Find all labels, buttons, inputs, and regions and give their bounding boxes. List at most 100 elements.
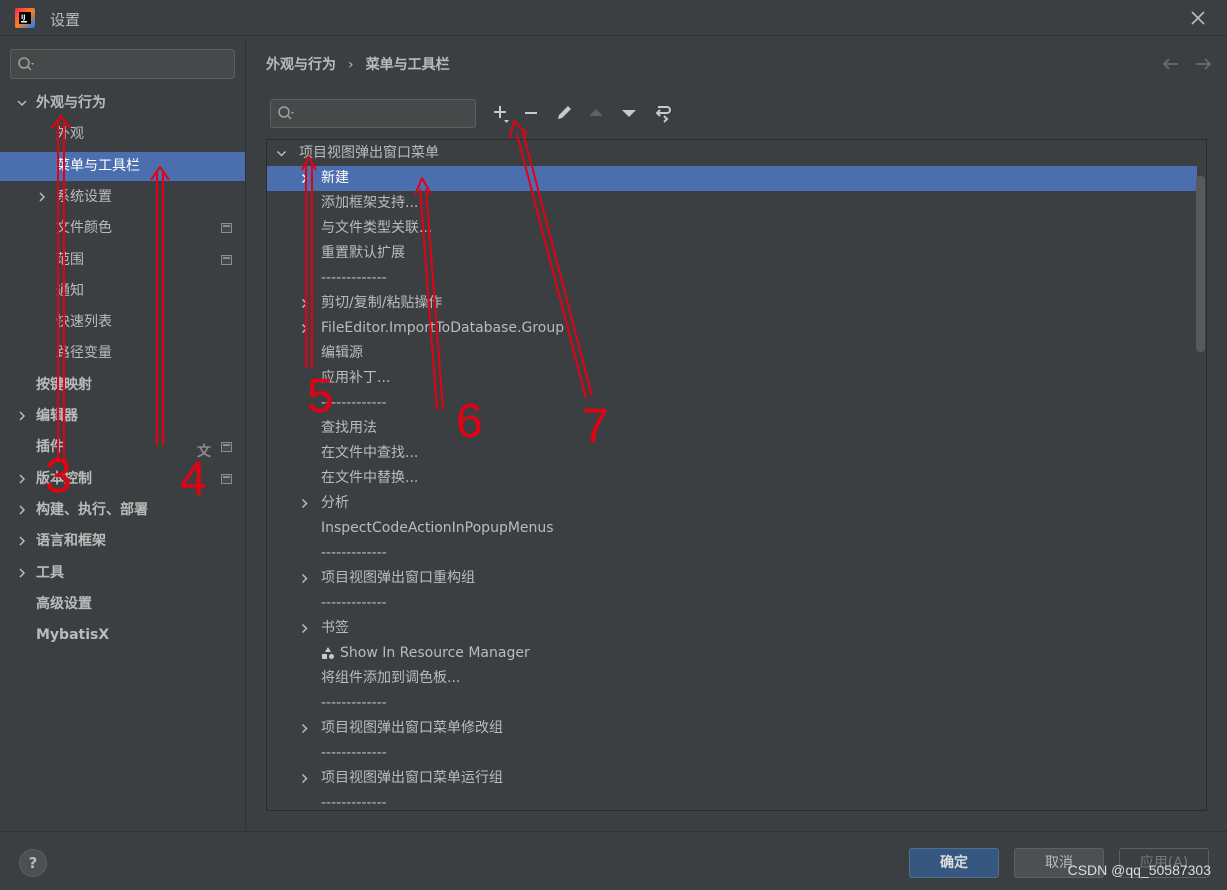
sidebar-item-label: MybatisX (36, 627, 110, 643)
chevron-right-icon[interactable] (36, 191, 48, 203)
edit-icon[interactable] (552, 101, 576, 125)
menu-tree-row-label: ------------- (321, 270, 387, 286)
menu-separator-row[interactable]: ------------- (267, 591, 1206, 616)
menu-tree-row[interactable]: 新建 (267, 166, 1197, 191)
menu-tree-row-label: 编辑源 (321, 345, 363, 361)
chevron-right-icon[interactable] (299, 573, 310, 584)
sidebar-item-label: 按键映射 (36, 377, 92, 393)
chevron-right-icon[interactable] (299, 623, 310, 634)
sidebar-item-label: 系统设置 (56, 189, 112, 205)
sidebar-item[interactable]: 范围 (0, 246, 245, 275)
menu-tree-row-label: 项目视图弹出窗口重构组 (321, 570, 475, 586)
menu-tree-row[interactable]: 项目视图弹出窗口重构组 (267, 566, 1206, 591)
chevron-right-icon[interactable] (299, 298, 310, 309)
menu-tree-row[interactable]: 分析 (267, 491, 1206, 516)
menu-tree-row[interactable]: 剪切/复制/粘贴操作 (267, 291, 1206, 316)
chevron-right-icon[interactable] (299, 773, 310, 784)
project-level-icon (221, 223, 232, 233)
sidebar-item[interactable]: 语言和框架 (0, 527, 245, 556)
vertical-scrollbar[interactable] (1196, 176, 1205, 352)
sidebar-item[interactable]: 系统设置 (0, 183, 245, 212)
menu-tree-row[interactable]: 书签 (267, 616, 1206, 641)
sidebar-item[interactable]: 文件颜色 (0, 214, 245, 243)
sidebar-item[interactable]: 按键映射 (0, 371, 245, 400)
ok-button[interactable]: 确定 (909, 848, 999, 878)
sidebar-item-label: 文件颜色 (56, 220, 112, 236)
move-up-icon[interactable] (584, 101, 608, 125)
menu-tree-row[interactable]: 项目视图弹出窗口菜单运行组 (267, 766, 1206, 791)
menu-separator-row[interactable]: ------------- (267, 791, 1206, 810)
navigation-arrows (1159, 54, 1215, 74)
menu-tree-row[interactable]: 项目视图弹出窗口菜单修改组 (267, 716, 1206, 741)
menu-tree-row[interactable]: 在文件中替换... (267, 466, 1206, 491)
sidebar-item-label: 高级设置 (36, 596, 92, 612)
sidebar-item[interactable]: 菜单与工具栏 (0, 152, 245, 181)
breadcrumb-parent[interactable]: 外观与行为 (266, 54, 336, 74)
back-arrow-icon[interactable] (1159, 54, 1183, 74)
move-down-icon[interactable] (617, 101, 641, 125)
chevron-right-icon[interactable] (299, 323, 310, 334)
sidebar-item[interactable]: 工具 (0, 559, 245, 588)
chevron-right-icon[interactable] (16, 504, 28, 516)
sidebar-item-label: 通知 (56, 283, 84, 299)
add-icon[interactable] (488, 101, 512, 125)
menu-separator-row[interactable]: ------------- (267, 266, 1206, 291)
chevron-right-icon[interactable] (299, 498, 310, 509)
chevron-right-icon[interactable] (16, 535, 28, 547)
chevron-right-icon[interactable] (299, 173, 310, 184)
sidebar-search-input[interactable] (10, 49, 235, 79)
sidebar-item[interactable]: 编辑器 (0, 402, 245, 431)
menu-separator-row[interactable]: ------------- (267, 541, 1206, 566)
menu-tree-row[interactable]: InspectCodeActionInPopupMenus (267, 516, 1206, 541)
sidebar-item[interactable]: 路径变量 (0, 339, 245, 368)
forward-arrow-icon[interactable] (1191, 54, 1215, 74)
settings-sidebar: 外观与行为外观菜单与工具栏系统设置文件颜色范围通知快速列表路径变量按键映射编辑器… (0, 37, 246, 830)
chevron-down-icon[interactable] (16, 97, 28, 109)
menu-tree-row-label: 书签 (321, 620, 349, 636)
sidebar-item[interactable]: MybatisX (0, 621, 245, 650)
dialog-footer: ? 确定 取消 应用(A) CSDN @qq_50587303 (0, 831, 1227, 890)
menu-tree-row[interactable]: Show In Resource Manager (267, 641, 1206, 666)
menu-tree-row[interactable]: 在文件中查找... (267, 441, 1206, 466)
menu-tree-row-label: 与文件类型关联... (321, 220, 433, 236)
sidebar-item[interactable]: 外观与行为 (0, 89, 245, 118)
menu-separator-row[interactable]: ------------- (267, 391, 1206, 416)
chevron-right-icon[interactable] (299, 723, 310, 734)
menu-search-input[interactable] (270, 99, 476, 128)
chevron-right-icon[interactable] (16, 410, 28, 422)
help-button[interactable]: ? (19, 849, 47, 877)
sidebar-item[interactable]: 版本控制 (0, 465, 245, 494)
menu-tree-row-label: 分析 (321, 495, 349, 511)
menu-tree-row-label: ------------- (321, 595, 387, 611)
menu-tree-row[interactable]: 与文件类型关联... (267, 216, 1206, 241)
sidebar-item[interactable]: 构建、执行、部署 (0, 496, 245, 525)
menu-tree-row[interactable]: 重置默认扩展 (267, 241, 1206, 266)
menu-tree-row-label: 在文件中替换... (321, 470, 419, 486)
restore-icon[interactable] (650, 101, 674, 125)
sidebar-item[interactable]: 外观 (0, 120, 245, 149)
close-icon[interactable] (1187, 7, 1209, 29)
menu-tree-row[interactable]: 应用补丁... (267, 366, 1206, 391)
sidebar-item[interactable]: 快速列表 (0, 308, 245, 337)
menu-tree-row[interactable]: 将组件添加到调色板... (267, 666, 1206, 691)
menu-tree-row[interactable]: 项目视图弹出窗口菜单 (267, 141, 1206, 166)
menu-tree-row[interactable]: 查找用法 (267, 416, 1206, 441)
menu-tree-row[interactable]: 编辑源 (267, 341, 1206, 366)
sidebar-item[interactable]: 插件 文 (0, 433, 245, 462)
sidebar-item-label: 路径变量 (56, 345, 112, 361)
sidebar-item[interactable]: 高级设置 (0, 590, 245, 619)
remove-icon[interactable] (519, 101, 543, 125)
sidebar-item-label: 外观与行为 (36, 95, 106, 111)
menu-separator-row[interactable]: ------------- (267, 691, 1206, 716)
chevron-down-icon[interactable] (276, 148, 287, 159)
menu-tree-row-label: ------------- (321, 545, 387, 561)
menu-tree-row-label: 查找用法 (321, 420, 377, 436)
menu-tree-row[interactable]: FileEditor.ImportToDatabase.Group (267, 316, 1206, 341)
sidebar-item[interactable]: 通知 (0, 277, 245, 306)
menu-tree-row[interactable]: 添加框架支持... (267, 191, 1206, 216)
intellij-app-icon: IJ (15, 8, 35, 28)
menu-separator-row[interactable]: ------------- (267, 741, 1206, 766)
chevron-right-icon[interactable] (16, 567, 28, 579)
sidebar-item-label: 外观 (56, 126, 84, 142)
chevron-right-icon[interactable] (16, 473, 28, 485)
